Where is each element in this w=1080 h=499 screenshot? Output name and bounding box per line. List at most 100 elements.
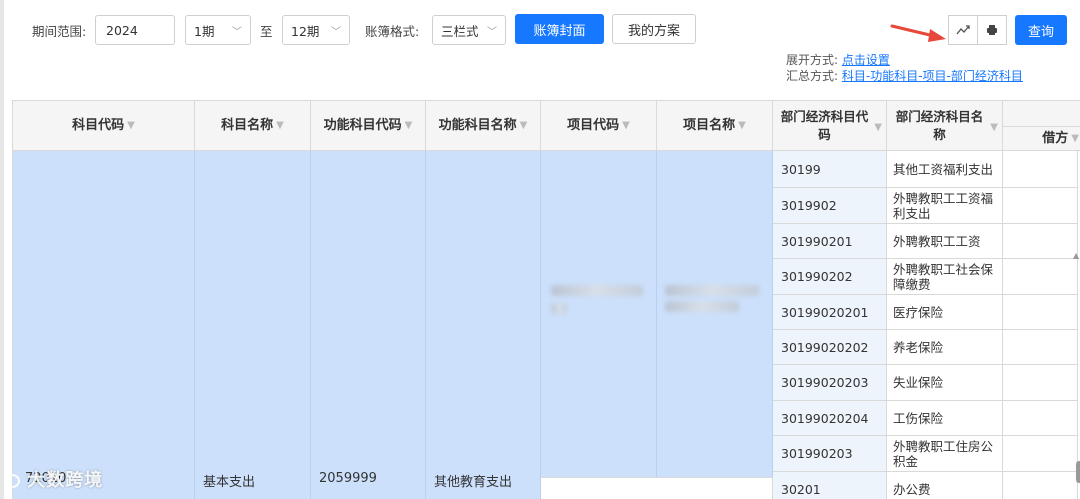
dept-econ-name-cell[interactable]: 失业保险: [887, 365, 1003, 400]
table-row[interactable]: 30199020203 失业保险: [773, 365, 1078, 401]
period-range-label: 期间范围:: [32, 24, 87, 39]
scroll-up-icon[interactable]: ▲: [1073, 251, 1079, 260]
cell-project-name[interactable]: [657, 151, 773, 477]
summary-mode-label: 汇总方式:: [786, 69, 839, 83]
to-label: 至: [260, 24, 273, 39]
header-subject-name[interactable]: 科目名称 ▼: [195, 101, 311, 151]
header-func-name[interactable]: 功能科目名称 ▼: [426, 101, 541, 151]
dept-econ-code-cell[interactable]: 301990203: [773, 436, 887, 471]
dept-econ-code-cell[interactable]: 30199020201: [773, 295, 887, 329]
summary-mode-link[interactable]: 科目-功能科目-项目-部门经济科目: [842, 69, 1023, 83]
debit-cell[interactable]: [1003, 224, 1078, 258]
scrollbar-thumb[interactable]: [1076, 461, 1080, 483]
dept-econ-name-cell[interactable]: 外聘教职工社会保障缴费: [887, 259, 1003, 294]
chevron-down-icon: ﹀: [487, 26, 497, 38]
debit-cell[interactable]: [1003, 151, 1078, 187]
query-button[interactable]: 查询: [1015, 15, 1067, 45]
cell-subject-name[interactable]: [195, 151, 311, 499]
subject-name-value: 基本支出: [203, 475, 256, 490]
annotation-arrow: [890, 24, 946, 42]
blurred-project-name: [665, 301, 739, 312]
dept-econ-code-cell[interactable]: 30199020204: [773, 401, 887, 435]
table-row[interactable]: 3019902 外聘教职工工资福利支出: [773, 188, 1078, 224]
watermark-logo-icon: [4, 474, 20, 488]
next-project-cell[interactable]: [541, 477, 773, 499]
filter-icon[interactable]: ▼: [738, 117, 746, 135]
dept-econ-code-cell[interactable]: 301990201: [773, 224, 887, 258]
cell-subject-code[interactable]: [13, 151, 195, 499]
format-value: 三栏式: [441, 23, 479, 39]
filter-icon[interactable]: ▼: [520, 117, 528, 135]
header-dept-econ-name[interactable]: 部门经济科目名称 ▼: [887, 101, 1003, 151]
dept-econ-code-cell[interactable]: 30199: [773, 151, 887, 187]
expand-settings-link[interactable]: 点击设置: [842, 53, 890, 67]
table-row[interactable]: 30199020201 医疗保险: [773, 295, 1078, 330]
my-scheme-button[interactable]: 我的方案: [612, 14, 696, 44]
filter-icon[interactable]: ▼: [622, 117, 630, 135]
blurred-project-code: [551, 303, 567, 314]
table-row[interactable]: 301990203 外聘教职工住房公积金: [773, 436, 1078, 472]
dept-econ-name-cell[interactable]: 医疗保险: [887, 295, 1003, 329]
table-row[interactable]: 30199 其他工资福利支出: [773, 151, 1078, 188]
blurred-project-name: [665, 285, 759, 296]
debit-cell[interactable]: [1003, 472, 1078, 499]
chevron-down-icon: ﹀: [331, 26, 341, 38]
toolbar: 期间范围: 2024 1期 ﹀ 至 12期 ﹀ 账簿格式: 三栏式 ﹀ 账簿封面…: [0, 0, 1080, 92]
header-debit[interactable]: 借方 ▼: [1003, 126, 1080, 151]
dept-econ-code-cell[interactable]: 30199020202: [773, 330, 887, 364]
header-func-code[interactable]: 功能科目代码 ▼: [311, 101, 426, 151]
table-row[interactable]: 30201 办公费: [773, 472, 1078, 499]
cell-func-code[interactable]: [311, 151, 426, 499]
summary-mode-row: 汇总方式: 科目-功能科目-项目-部门经济科目: [786, 67, 1023, 84]
debit-cell[interactable]: [1003, 330, 1078, 364]
filter-icon[interactable]: ▼: [276, 117, 284, 135]
header-debit-group: 借方 ▼: [1003, 101, 1080, 151]
end-period-select[interactable]: 12期 ﹀: [282, 15, 350, 45]
func-code-value: 2059999: [319, 471, 377, 486]
dept-econ-name-cell[interactable]: 外聘教职工工资福利支出: [887, 188, 1003, 223]
printer-icon[interactable]: [977, 15, 1007, 45]
expand-mode-row: 展开方式: 点击设置: [786, 51, 890, 68]
table-row[interactable]: 301990202 外聘教职工社会保障缴费: [773, 259, 1078, 295]
trend-chart-icon[interactable]: [948, 15, 978, 45]
header-dept-econ-code[interactable]: 部门经济科目代码 ▼: [773, 101, 887, 151]
debit-cell[interactable]: [1003, 436, 1078, 471]
filter-icon[interactable]: ▼: [405, 117, 413, 135]
dept-econ-name-cell[interactable]: 外聘教职工住房公积金: [887, 436, 1003, 471]
dept-econ-name-cell[interactable]: 养老保险: [887, 330, 1003, 364]
dept-econ-code-cell[interactable]: 30201: [773, 472, 887, 499]
dept-econ-code-cell[interactable]: 30199020203: [773, 365, 887, 400]
filter-icon[interactable]: ▼: [127, 117, 135, 135]
debit-cell[interactable]: [1003, 365, 1078, 400]
filter-icon[interactable]: ▼: [1071, 130, 1079, 148]
header-subject-code[interactable]: 科目代码 ▼: [13, 101, 195, 151]
debit-cell[interactable]: [1003, 188, 1078, 223]
dept-econ-name-cell[interactable]: 办公费: [887, 472, 1003, 499]
header-project-code[interactable]: 项目代码 ▼: [541, 101, 657, 151]
debit-cell[interactable]: [1003, 401, 1078, 435]
table-row[interactable]: 30199020204 工伤保险: [773, 401, 1078, 436]
dept-econ-name-cell[interactable]: 工伤保险: [887, 401, 1003, 435]
watermark: 大数跨境: [4, 466, 103, 492]
header-project-name[interactable]: 项目名称 ▼: [657, 101, 773, 151]
ledger-cover-button[interactable]: 账簿封面: [515, 14, 604, 44]
year-input[interactable]: 2024: [95, 15, 175, 45]
start-period-select[interactable]: 1期 ﹀: [185, 15, 251, 45]
dept-econ-name-cell[interactable]: 外聘教职工工资: [887, 224, 1003, 258]
cell-project-code[interactable]: [541, 151, 657, 477]
filter-icon[interactable]: ▼: [874, 119, 882, 137]
blurred-project-code: [551, 285, 643, 296]
filter-icon[interactable]: ▼: [990, 119, 998, 137]
dept-econ-code-cell[interactable]: 301990202: [773, 259, 887, 294]
expand-mode-label: 展开方式:: [786, 53, 839, 67]
table-row[interactable]: 30199020202 养老保险: [773, 330, 1078, 365]
ledger-table: 科目代码 ▼ 科目名称 ▼ 功能科目代码 ▼ 功能科目名称 ▼ 项目代码 ▼ 项目名称 ▼ …: [12, 100, 1080, 499]
debit-cell[interactable]: [1003, 295, 1078, 329]
table-row[interactable]: 301990201 外聘教职工工资: [773, 224, 1078, 259]
debit-cell[interactable]: [1003, 259, 1078, 294]
cell-func-name[interactable]: [426, 151, 541, 499]
dept-econ-code-cell[interactable]: 3019902: [773, 188, 887, 223]
dept-econ-name-cell[interactable]: 其他工资福利支出: [887, 151, 1003, 187]
format-select[interactable]: 三栏式 ﹀: [432, 15, 506, 45]
start-period-value: 1期: [194, 23, 215, 39]
